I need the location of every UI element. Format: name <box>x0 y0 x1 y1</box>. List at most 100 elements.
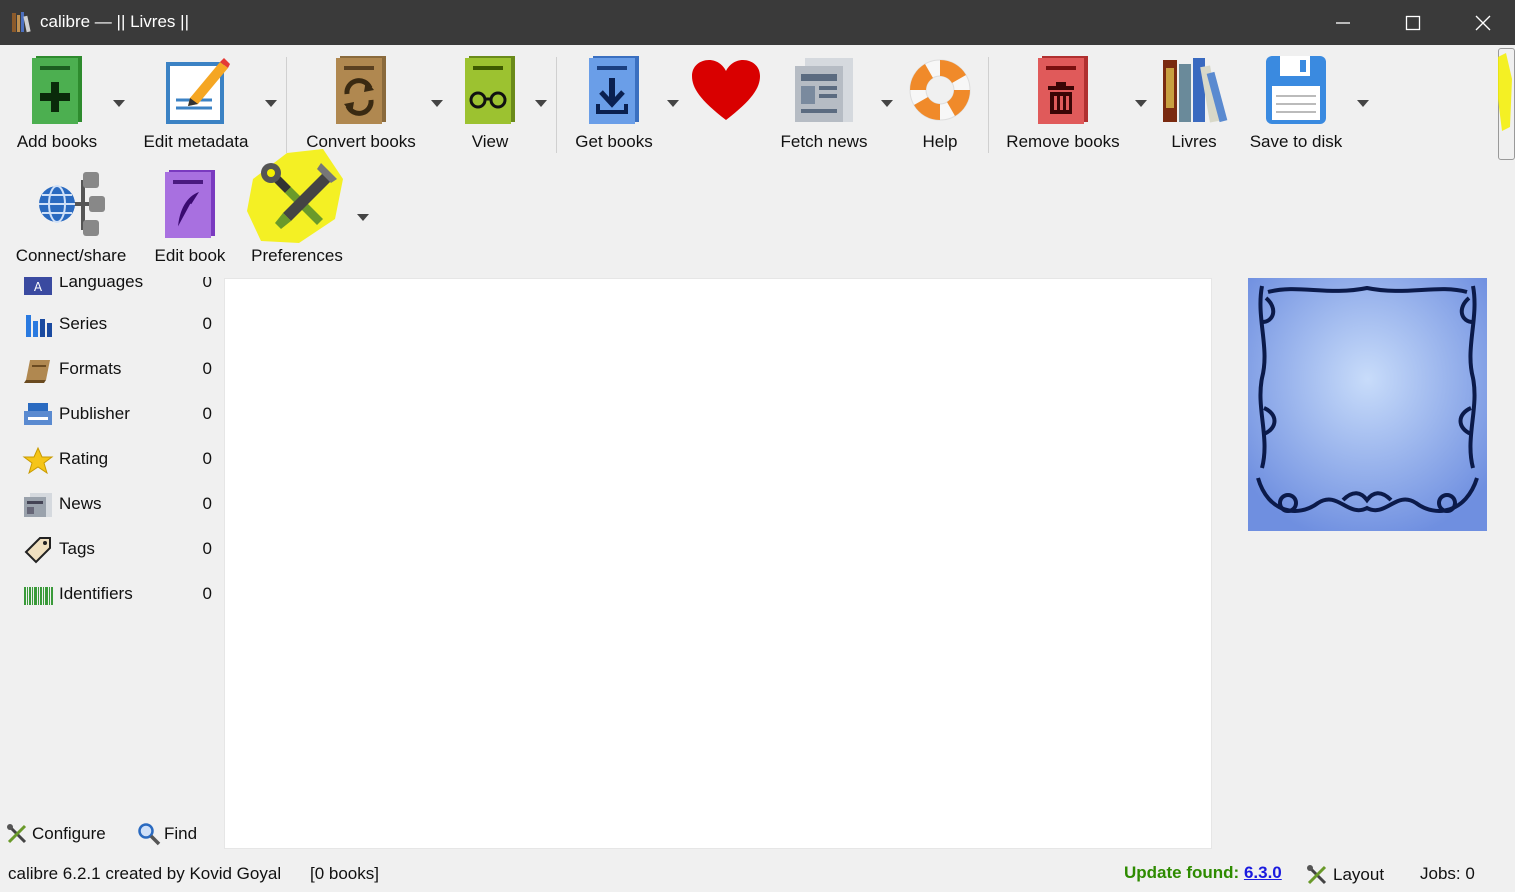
add-books-label: Add books <box>16 132 98 151</box>
connect-share-label: Connect/share <box>15 246 127 265</box>
layout-label: Layout <box>1333 865 1385 884</box>
library-label: Livres <box>1171 132 1217 151</box>
view-button[interactable]: View <box>455 51 525 157</box>
configure-label: Configure <box>32 824 106 843</box>
tag-category-tags[interactable]: Tags 0 <box>22 534 217 564</box>
formats-icon <box>24 360 50 383</box>
get-books-dropdown-arrow[interactable] <box>667 100 679 107</box>
connect-share-button[interactable]: Connect/share <box>8 165 134 271</box>
add-books-button[interactable]: Add books <box>4 51 110 157</box>
close-button[interactable] <box>1448 0 1515 45</box>
get-books-button[interactable]: Get books <box>568 51 660 157</box>
tag-category-languages[interactable]: A Languages 0 <box>22 277 217 297</box>
tag-category-news[interactable]: News 0 <box>22 489 217 519</box>
tag-category-identifiers[interactable]: Identifiers 0 <box>22 579 217 609</box>
remove-books-dropdown-arrow[interactable] <box>1135 100 1147 107</box>
configure-icon <box>7 824 27 844</box>
configure-button[interactable]: Configure <box>5 820 106 848</box>
tag-category-publisher[interactable]: Publisher 0 <box>22 399 217 429</box>
get-books-icon <box>589 56 639 124</box>
get-books-label: Get books <box>575 132 653 151</box>
save-icon <box>1266 56 1326 124</box>
tag-icon <box>24 537 51 564</box>
add-books-icon <box>32 56 82 124</box>
minimize-icon <box>1336 21 1350 24</box>
calibre-app-icon <box>12 12 31 33</box>
tag-category-formats[interactable]: Formats 0 <box>22 354 217 384</box>
maximize-icon <box>1405 15 1421 30</box>
edit-metadata-dropdown-arrow[interactable] <box>265 100 277 107</box>
save-to-disk-dropdown-arrow[interactable] <box>1357 100 1369 107</box>
close-icon <box>1475 15 1491 30</box>
add-books-dropdown-arrow[interactable] <box>113 100 125 107</box>
layout-button[interactable]: Layout <box>1305 863 1384 887</box>
series-icon <box>26 315 52 337</box>
book-cover-placeholder <box>1248 278 1487 531</box>
preferences-label: Preferences <box>251 246 343 265</box>
fetch-news-icon <box>795 58 853 122</box>
svg-text:A: A <box>34 280 43 294</box>
star-icon <box>22 446 54 474</box>
find-button[interactable]: Find <box>137 820 197 848</box>
edit-metadata-button[interactable]: Edit metadata <box>140 51 252 157</box>
save-to-disk-button[interactable]: Save to disk <box>1244 51 1348 157</box>
view-dropdown-arrow[interactable] <box>535 100 547 107</box>
publisher-icon <box>24 403 52 425</box>
main-toolbar: Add books Edit metadata Convert books Vi… <box>0 45 1495 277</box>
jobs-indicator[interactable]: Jobs: 0 <box>1420 864 1475 884</box>
save-to-disk-label: Save to disk <box>1249 132 1343 151</box>
convert-books-button[interactable]: Convert books <box>300 51 422 157</box>
barcode-icon <box>24 587 53 605</box>
update-version-link[interactable]: 6.3.0 <box>1244 863 1282 882</box>
help-button[interactable]: Help <box>900 51 980 157</box>
title-bar: calibre — || Livres || <box>0 0 1515 45</box>
view-icon <box>465 56 515 124</box>
search-icon <box>138 823 161 846</box>
donate-button[interactable] <box>686 51 766 129</box>
layout-icon <box>1307 865 1327 885</box>
toolbar-scroll-handle[interactable] <box>1498 48 1515 160</box>
find-label: Find <box>164 824 198 843</box>
connect-share-icon <box>39 172 105 236</box>
fetch-news-dropdown-arrow[interactable] <box>881 100 893 107</box>
preferences-dropdown-arrow[interactable] <box>357 214 369 221</box>
news-icon <box>24 493 52 517</box>
yellow-highlight-mark <box>1498 53 1512 131</box>
preferences-icon <box>247 149 343 243</box>
tag-browser: A Languages 0 Series 0 Formats 0 Publish… <box>0 277 222 817</box>
lifebuoy-icon <box>909 59 971 121</box>
preferences-button[interactable]: Preferences <box>242 149 352 271</box>
library-icon <box>1163 58 1228 123</box>
credits-text: calibre 6.2.1 created by Kovid Goyal <box>8 864 282 883</box>
remove-books-button[interactable]: Remove books <box>1000 51 1126 157</box>
update-notice: Update found: 6.3.0 <box>1124 863 1282 883</box>
window-title: calibre — || Livres || <box>40 12 189 31</box>
fetch-news-button[interactable]: Fetch news <box>772 51 876 157</box>
remove-books-icon <box>1038 56 1088 124</box>
maximize-button[interactable] <box>1378 0 1448 45</box>
tag-category-series[interactable]: Series 0 <box>22 309 217 339</box>
convert-books-dropdown-arrow[interactable] <box>431 100 443 107</box>
status-bar: calibre 6.2.1 created by Kovid Goyal [0 … <box>0 857 1515 892</box>
ornate-frame-image <box>1248 278 1487 531</box>
tag-category-rating[interactable]: Rating 0 <box>22 444 217 474</box>
book-count: [0 books] <box>310 864 379 883</box>
view-label: View <box>471 132 509 151</box>
heart-icon <box>692 60 760 120</box>
toolbar-separator <box>988 57 989 153</box>
edit-book-label: Edit book <box>154 246 226 265</box>
remove-books-label: Remove books <box>1006 132 1120 151</box>
book-list[interactable] <box>224 278 1212 849</box>
update-label: Update found: <box>1124 863 1240 882</box>
edit-metadata-icon <box>166 58 230 124</box>
toolbar-separator <box>556 57 557 153</box>
help-label: Help <box>922 132 958 151</box>
edit-metadata-label: Edit metadata <box>143 132 249 151</box>
fetch-news-label: Fetch news <box>780 132 868 151</box>
edit-book-button[interactable]: Edit book <box>148 165 232 271</box>
toolbar-separator <box>286 57 287 153</box>
languages-icon: A <box>24 277 52 295</box>
library-button[interactable]: Livres <box>1158 51 1230 157</box>
minimize-button[interactable] <box>1308 0 1378 45</box>
convert-books-icon <box>336 56 386 124</box>
